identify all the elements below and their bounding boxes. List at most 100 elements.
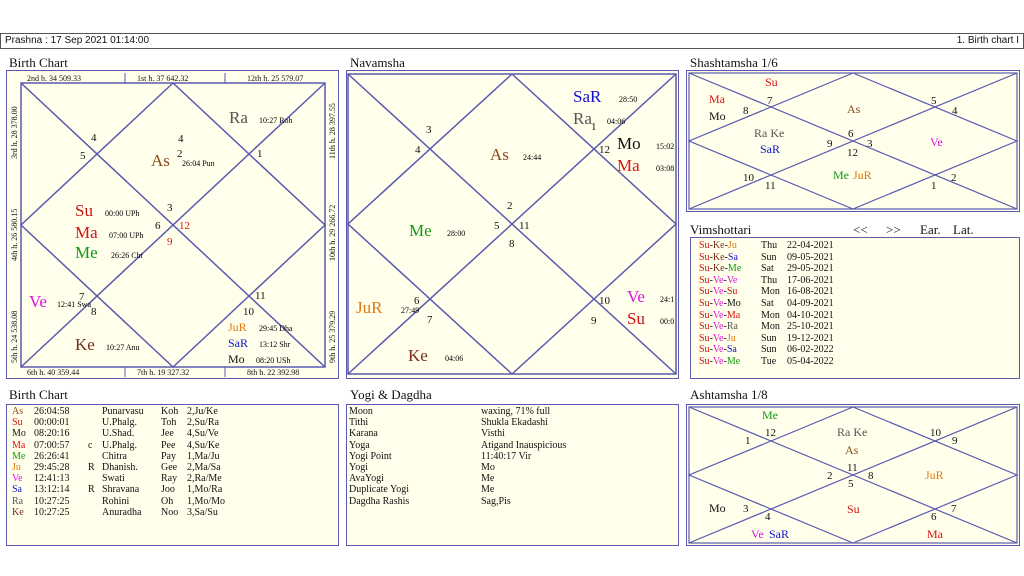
house-number: 6 <box>155 220 161 232</box>
planet-ra: Ra <box>229 108 248 127</box>
house-number: 10 <box>243 306 255 318</box>
dasha-lords: Su-Ke-Sa <box>699 251 738 263</box>
cell-deg: 12:41:13 <box>34 473 70 485</box>
yogi-row: AvaYogi Me <box>349 473 669 484</box>
yogi-row: Tithi Shukla Ekadashi <box>349 417 669 428</box>
late-button[interactable]: Lat. <box>953 222 974 238</box>
yogi-key: Yogi Point <box>349 450 392 462</box>
planet-ve-degree: 24:1 <box>660 295 674 304</box>
dasha-row[interactable]: Su-Ve-Ju Sun 19-12-2021 <box>699 333 1014 345</box>
birth-table-title: Birth Chart <box>9 387 68 402</box>
house-number: 9 <box>952 435 958 447</box>
dasha-row[interactable]: Su-Ve-Su Mon 16-08-2021 <box>699 286 1014 298</box>
navamsha-diagram: 1 2 3 4 5 6 7 8 9 10 11 12 SaR 28:50 Ra … <box>347 73 678 376</box>
cell-p: Me <box>12 450 26 462</box>
planet-ra-degree: 10:27 Roh <box>259 116 293 125</box>
planet-su: Su <box>75 201 93 220</box>
house-number: 11 <box>847 462 858 474</box>
navamsha-panel[interactable]: 1 2 3 4 5 6 7 8 9 10 11 12 SaR 28:50 Ra … <box>346 70 679 379</box>
house-12-edge: 12th h. 25 579.07 <box>247 74 303 83</box>
planet-ve: Ve <box>627 287 645 306</box>
house-4-edge: 4th h. 26 580.15 <box>10 209 19 261</box>
planet-as: As <box>847 102 861 116</box>
house-number: 1 <box>931 180 937 192</box>
planet-sa: SaR <box>228 336 248 350</box>
table-row: Ve 12:41:13 Swati Ray 2,Ra/Me <box>12 473 332 484</box>
dasha-lords: Su-Ve-Ju <box>699 332 736 344</box>
dasha-date: 16-08-2021 <box>787 286 834 298</box>
dasha-row[interactable]: Su-Ve-Ve Thu 17-06-2021 <box>699 275 1014 287</box>
planet-sa: SaR <box>573 87 602 106</box>
dasha-row[interactable]: Su-Ke-Sa Sun 09-05-2021 <box>699 252 1014 264</box>
yogi-table: Moon waxing, 71% full Tithi Shukla Ekadashi… <box>349 406 669 507</box>
planet-mo: Mo <box>709 501 726 515</box>
dasha-row[interactable]: Su-Ve-Ra Mon 25-10-2021 <box>699 321 1014 333</box>
dasha-lords: Su-Ve-Me <box>699 355 741 367</box>
cell-nak: Shravana <box>102 484 140 496</box>
cell-nak: Anuradha <box>102 506 142 518</box>
house-number: 1 <box>257 148 263 160</box>
birth-chart-panel[interactable]: 2nd h. 34 509.33 1st h. 37 642.32 12th h… <box>6 70 339 379</box>
dasha-row[interactable]: Su-Ke-Me Sat 29-05-2021 <box>699 263 1014 275</box>
next-button[interactable]: >> <box>886 222 901 238</box>
early-button[interactable]: Ear. <box>920 222 941 238</box>
dasha-row[interactable]: Su-Ve-Sa Sun 06-02-2022 <box>699 344 1014 356</box>
yogi-row: Yogi Point 11:40:17 Vir <box>349 451 669 462</box>
house-10-edge: 10th h. 29 266.72 <box>328 205 337 261</box>
dasha-row[interactable]: Su-Ve-Ma Mon 04-10-2021 <box>699 310 1014 322</box>
planet-as: As <box>845 443 859 457</box>
cell-lord: 2,Ju/Ke <box>187 406 218 417</box>
prashna-datetime: Prashna : 17 Sep 2021 01:14:00 <box>5 35 150 46</box>
planet-su: Su <box>627 309 645 328</box>
planet-mo: Mo <box>228 352 245 366</box>
shashtamsha-panel[interactable]: 5 4 7 8 6 9 3 12 10 11 2 1 Su Ma Mo As R… <box>686 70 1020 212</box>
dasha-lords: Su-Ve-Mo <box>699 297 741 309</box>
birth-chart-diagram: 2nd h. 34 509.33 1st h. 37 642.32 12th h… <box>10 73 337 377</box>
house-5-edge: 5th h. 24 538.08 <box>10 311 19 363</box>
cell-pada: Ray <box>161 473 178 485</box>
yogi-row: Yoga Atigand Inauspicious <box>349 440 669 451</box>
planet-sa: SaR <box>760 142 780 156</box>
dasha-row[interactable]: Su-Ve-Mo Sat 04-09-2021 <box>699 298 1014 310</box>
cell-nak: U.Shad. <box>102 428 135 440</box>
vimshottari-panel[interactable]: Su-Ke-Ju Thu 22-04-2021 Su-Ke-Sa Sun 09-05-20… <box>690 237 1020 379</box>
birth-table-panel[interactable]: As 26:04:58 Punarvasu Koh 2,Ju/Ke Su 00:00:01 U… <box>6 404 339 546</box>
dasha-day: Sun <box>761 344 777 356</box>
planet-sa-degree: 28:50 <box>619 95 637 104</box>
cell-p: Ra <box>12 495 24 507</box>
cell-lord: 4,Su/Ve <box>187 428 219 440</box>
yogi-value: Sag,Pis <box>481 495 511 507</box>
prev-button[interactable]: << <box>853 222 868 238</box>
chart-selector[interactable]: 1. Birth chart I <box>957 34 1019 48</box>
yogi-row: Duplicate Yogi Me <box>349 484 669 495</box>
dasha-date: 17-06-2021 <box>787 274 834 286</box>
cell-p: Ke <box>12 506 24 518</box>
house-3-edge: 3rd h. 28 378.00 <box>10 106 19 159</box>
cell-pada: Koh <box>161 406 179 417</box>
cell-r: R <box>88 484 95 496</box>
dasha-lords: Su-Ve-Su <box>699 286 738 298</box>
cell-p: Ju <box>12 461 21 473</box>
planet-mo: Mo <box>709 109 726 123</box>
yogi-panel[interactable]: Moon waxing, 71% full Tithi Shukla Ekadashi… <box>346 404 679 546</box>
planet-su-degree: 00:00 UPh <box>105 209 139 218</box>
house-number: 10 <box>930 427 942 439</box>
dasha-row[interactable]: Su-Ve-Me Tue 05-04-2022 <box>699 356 1014 368</box>
dasha-date: 06-02-2022 <box>787 344 834 356</box>
house-number: 2 <box>827 470 833 482</box>
cell-r: R <box>88 461 95 473</box>
cell-deg: 08:20:16 <box>34 428 70 440</box>
yogi-key: AvaYogi <box>349 473 384 485</box>
planet-ma: Ma <box>617 156 640 175</box>
house-number: 4 <box>91 132 97 144</box>
dasha-day: Sat <box>761 297 774 309</box>
ashtamsha-panel[interactable]: 12 1 10 9 11 2 8 5 3 4 7 6 Me Ra Ke As J… <box>686 404 1020 546</box>
house-number: 4 <box>415 144 421 156</box>
house-number: 9 <box>827 138 833 150</box>
dasha-row[interactable]: Su-Ke-Ju Thu 22-04-2021 <box>699 240 1014 252</box>
dasha-date: 04-09-2021 <box>787 297 834 309</box>
cell-lord: 1,Mo/Ra <box>187 484 223 496</box>
yogi-value: 11:40:17 Vir <box>481 450 532 462</box>
house-2-edge: 2nd h. 34 509.33 <box>27 74 81 83</box>
yogi-key: Duplicate Yogi <box>349 484 409 496</box>
